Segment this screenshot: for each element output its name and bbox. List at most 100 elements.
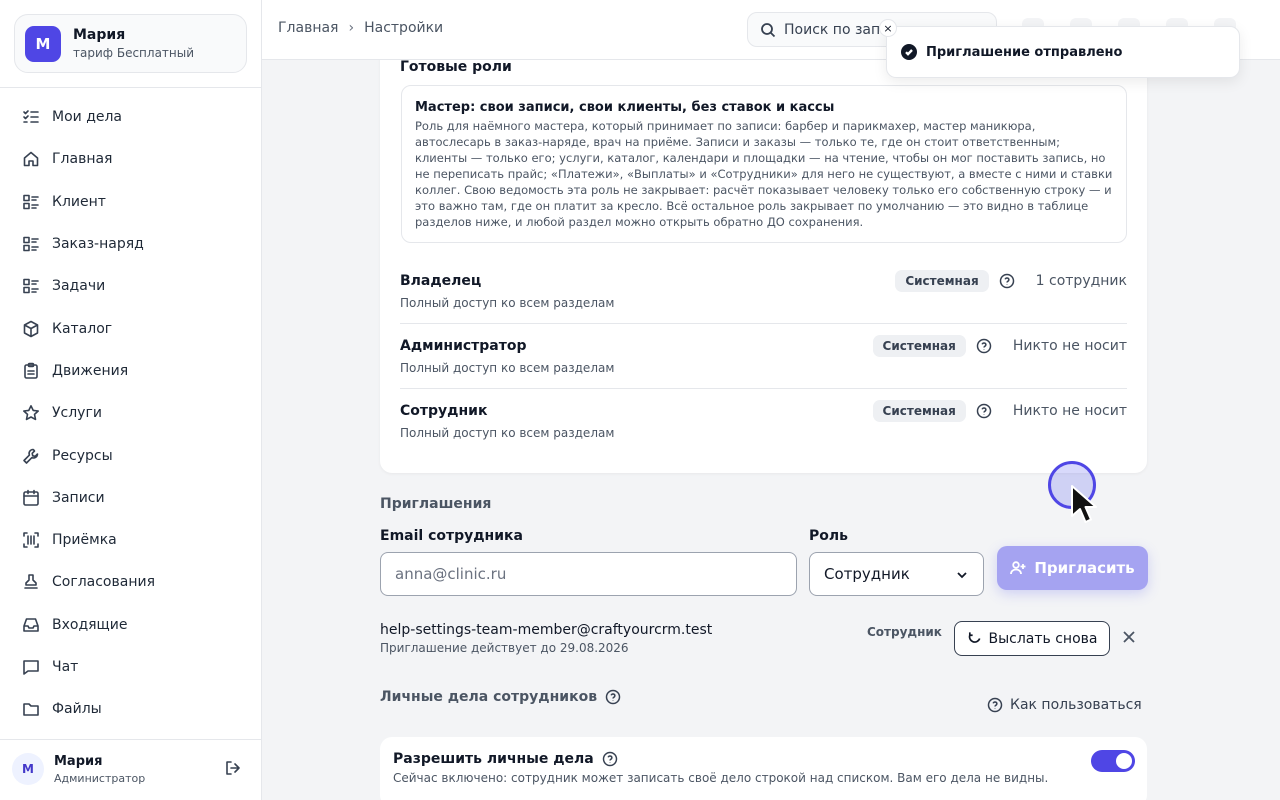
logout-icon — [226, 761, 240, 775]
sidebar-item-tasks[interactable]: Задачи — [0, 265, 262, 307]
box-icon — [23, 320, 39, 337]
sidebar-item-label: Мои дела — [52, 109, 123, 126]
resend-button[interactable]: Выслать снова — [954, 621, 1110, 656]
chevron-right-icon: › — [348, 20, 355, 36]
role-member-count: Никто не носит — [1012, 338, 1127, 354]
sidebar-item-work-order[interactable]: Заказ-наряд — [0, 223, 262, 265]
personal-tasks-title-text: Личные дела сотрудников — [380, 689, 598, 705]
star-icon — [23, 405, 39, 421]
email-label: Email сотрудника — [380, 528, 523, 544]
sidebar-divider — [0, 87, 261, 88]
invitations-title: Приглашения — [380, 496, 492, 512]
email-field[interactable] — [380, 552, 797, 596]
how-to-use-label: Как пользоваться — [1010, 697, 1142, 713]
revoke-invite-button[interactable] — [1121, 629, 1139, 647]
invite-button[interactable]: Пригласить — [997, 546, 1148, 590]
checklist-icon — [23, 110, 39, 123]
help-icon[interactable] — [999, 273, 1015, 289]
sidebar-user[interactable]: М Мария Администратор — [0, 738, 262, 800]
preset-role-card[interactable]: Мастер: свои записи, свои клиенты, без с… — [401, 85, 1127, 243]
roles-card: Готовые роли Мастер: свои записи, свои к… — [380, 40, 1147, 473]
sidebar-item-chat[interactable]: Чат — [0, 646, 262, 688]
help-icon[interactable] — [976, 338, 992, 354]
role-name: Администратор — [400, 338, 527, 354]
preset-role-description: Роль для наёмного мастера, который прини… — [415, 119, 1113, 229]
role-name: Владелец — [400, 273, 482, 289]
user-name: Мария — [54, 753, 103, 769]
sidebar-item-appointments[interactable]: Записи — [0, 477, 262, 519]
sidebar-item-intake[interactable]: Приёмка — [0, 519, 262, 561]
search-icon — [761, 22, 776, 37]
chat-icon — [23, 660, 39, 675]
sidebar-item-label: Главная — [52, 151, 113, 168]
sidebar-item-label: Клиент — [52, 193, 106, 210]
sidebar-item-label: Задачи — [52, 278, 106, 295]
sidebar-item-my-tasks[interactable]: Мои дела — [0, 96, 262, 138]
help-icon[interactable] — [602, 751, 618, 767]
wrench-icon — [23, 448, 39, 464]
sidebar-item-approvals[interactable]: Согласования — [0, 561, 262, 603]
add-user-icon — [1010, 561, 1026, 575]
allow-personal-tasks-card: Разрешить личные дела Сейчас включено: с… — [380, 737, 1147, 800]
role-select-value: Сотрудник — [824, 565, 910, 583]
sidebar-item-movements[interactable]: Движения — [0, 350, 262, 392]
sidebar-item-label: Ресурсы — [52, 447, 113, 464]
user-role: Администратор — [54, 771, 146, 785]
resend-button-label: Выслать снова — [988, 630, 1098, 647]
list-icon — [23, 279, 39, 294]
role-row-admin[interactable]: Администратор Полный доступ ко всем разд… — [400, 324, 1127, 389]
sidebar-item-files[interactable]: Файлы — [0, 688, 262, 730]
allow-personal-tasks-toggle[interactable] — [1091, 750, 1135, 772]
sidebar-item-label: Согласования — [52, 574, 155, 591]
toast-message: Приглашение отправлено — [926, 44, 1123, 60]
help-icon[interactable] — [976, 403, 992, 419]
personal-tasks-title: Личные дела сотрудников — [380, 689, 621, 705]
help-icon — [987, 697, 1003, 713]
role-description: Полный доступ ко всем разделам — [400, 426, 615, 440]
sidebar-item-home[interactable]: Главная — [0, 138, 262, 180]
sidebar-item-inbox[interactable]: Входящие — [0, 604, 262, 646]
scan-icon — [23, 532, 39, 548]
workspace-switcher[interactable]: М Мария тариф Бесплатный — [14, 14, 247, 73]
inbox-icon — [23, 617, 39, 632]
sidebar-item-resources[interactable]: Ресурсы — [0, 434, 262, 476]
role-row-employee[interactable]: Сотрудник Полный доступ ко всем разделам… — [400, 389, 1127, 454]
toast-close-button[interactable]: × — [879, 19, 897, 37]
allow-personal-tasks-description: Сейчас включено: сотрудник может записат… — [393, 771, 1049, 785]
sidebar-item-label: Чат — [52, 659, 79, 675]
role-select[interactable]: Сотрудник — [809, 552, 984, 596]
sidebar-item-label: Движения — [52, 362, 129, 379]
list-icon — [23, 194, 39, 210]
how-to-use-link[interactable]: Как пользоваться — [987, 697, 1142, 713]
system-badge: Системная — [895, 270, 989, 292]
check-icon — [901, 44, 917, 60]
sidebar-item-label: Записи — [52, 489, 105, 506]
pending-invite-role: Сотрудник — [867, 625, 942, 639]
pending-invite-email: help-settings-team-member@craftyourcrm.t… — [380, 622, 713, 638]
folder-icon — [23, 703, 39, 717]
stamp-icon — [24, 574, 38, 590]
refresh-icon — [968, 632, 980, 643]
sidebar-item-client[interactable]: Клиент — [0, 181, 262, 223]
role-name: Сотрудник — [400, 403, 488, 419]
search-placeholder: Поиск по запи — [784, 21, 890, 38]
close-icon — [1123, 631, 1135, 643]
avatar: М — [12, 753, 44, 785]
allow-personal-tasks-label: Разрешить личные дела — [393, 751, 594, 767]
role-member-count: 1 сотрудник — [1035, 273, 1127, 289]
breadcrumb-home[interactable]: Главная — [278, 20, 338, 36]
sidebar-item-catalog[interactable]: Каталог — [0, 307, 262, 349]
mouse-cursor-icon — [1071, 485, 1097, 523]
help-icon[interactable] — [605, 689, 621, 705]
sidebar-item-label: Каталог — [52, 320, 113, 337]
role-row-owner[interactable]: Владелец Полный доступ ко всем разделам … — [400, 259, 1127, 324]
pending-invite-expiry: Приглашение действует до 29.08.2026 — [380, 641, 629, 655]
sidebar-item-label: Приёмка — [52, 532, 117, 549]
calendar-icon — [23, 489, 39, 506]
logout-button[interactable] — [224, 759, 242, 777]
sidebar-item-services[interactable]: Услуги — [0, 392, 262, 434]
clipboard-icon — [24, 362, 38, 379]
breadcrumb: Главная › Настройки — [278, 20, 443, 36]
workspace-avatar: М — [25, 25, 61, 62]
role-label: Роль — [809, 528, 848, 544]
